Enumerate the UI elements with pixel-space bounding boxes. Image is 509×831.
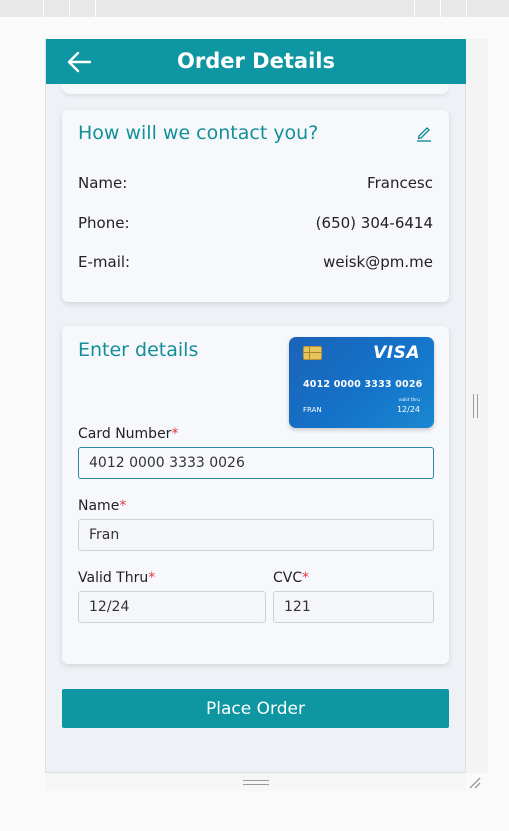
name-label: Name* [78, 498, 127, 514]
card-preview-number: 4012 0000 3333 0026 [303, 379, 423, 390]
contact-card: How will we contact you? Name: Francesc … [62, 110, 449, 302]
payment-card-title: Enter details [78, 339, 199, 361]
payment-card: Enter details VISA 4012 0000 3333 0026 v… [62, 326, 449, 664]
place-order-button[interactable]: Place Order [62, 689, 449, 728]
horizontal-resize-handle[interactable] [243, 780, 269, 785]
contact-email-value: weisk@pm.me [323, 253, 433, 271]
card-preview-holder: FRAN [303, 406, 322, 414]
contact-phone-value: (650) 304-6414 [315, 214, 433, 232]
browser-toolbar [0, 0, 509, 17]
cvc-input[interactable] [273, 591, 434, 623]
contact-name-label: Name: [78, 174, 128, 192]
pencil-icon[interactable] [415, 124, 433, 142]
contact-name-value: Francesc [367, 174, 433, 192]
card-preview-valid-label: valid thru [398, 398, 420, 403]
resize-grip-icon[interactable] [467, 775, 481, 789]
page-title: Order Details [177, 49, 335, 73]
contact-row-name: Name: Francesc [78, 174, 433, 196]
order-details-screen: Order Details How will we contact you? N… [45, 39, 466, 773]
visa-logo: VISA [373, 343, 420, 363]
valid-thru-label: Valid Thru* [78, 570, 156, 586]
credit-card-preview: VISA 4012 0000 3333 0026 valid thru FRAN… [289, 337, 434, 428]
valid-thru-input[interactable] [78, 591, 266, 623]
cvc-label: CVC* [273, 570, 310, 586]
contact-card-title: How will we contact you? [78, 122, 319, 144]
contact-row-email: E-mail: weisk@pm.me [78, 253, 433, 275]
contact-row-phone: Phone: (650) 304-6414 [78, 214, 433, 236]
required-mark: * [148, 570, 156, 586]
card-number-label: Card Number* [78, 426, 179, 442]
previous-card-edge [62, 84, 449, 94]
card-chip-icon [303, 346, 322, 360]
card-number-input[interactable] [78, 447, 434, 479]
app-header: Order Details [46, 39, 466, 84]
required-mark: * [302, 570, 310, 586]
cardholder-name-input[interactable] [78, 519, 434, 551]
contact-phone-label: Phone: [78, 214, 130, 232]
vertical-resize-handle[interactable] [473, 394, 478, 418]
required-mark: * [171, 426, 179, 442]
contact-email-label: E-mail: [78, 253, 131, 271]
required-mark: * [119, 498, 127, 514]
card-preview-expiry: 12/24 [396, 405, 420, 414]
